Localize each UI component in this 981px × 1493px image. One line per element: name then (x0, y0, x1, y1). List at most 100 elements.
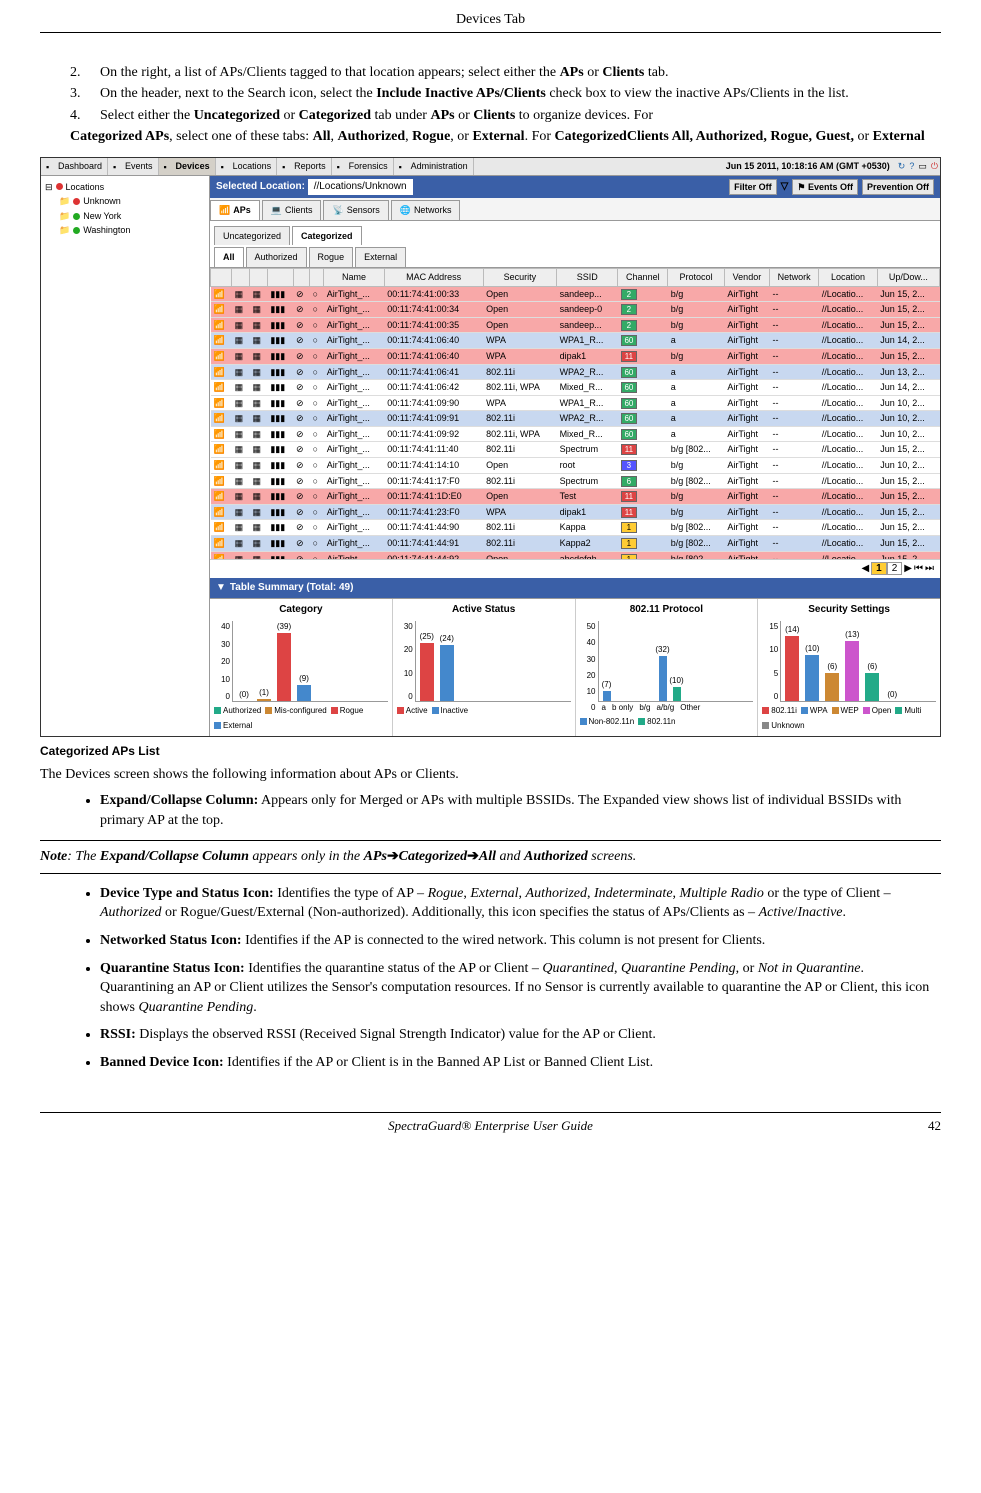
table-row[interactable]: 📶 ▦ ▦ ▮▮▮ ⊘ ○AirTight_...00:11:74:41:44:… (211, 520, 940, 536)
quar-icon: ▦ (253, 398, 262, 408)
pager-first-icon[interactable]: ⏮ (914, 562, 923, 576)
cat-tab-uncategorized[interactable]: Uncategorized (214, 226, 290, 246)
folder-icon: 📁 (59, 210, 70, 223)
app-screenshot: ▪Dashboard▪Events▪Devices▪Locations▪Repo… (40, 157, 941, 737)
quar-icon: ▦ (253, 429, 262, 439)
filter-toggle[interactable]: Filter Off (729, 179, 777, 196)
table-row[interactable]: 📶 ▦ ▦ ▮▮▮ ⊘ ○AirTight_...00:11:74:41:11:… (211, 442, 940, 458)
funnel-icon[interactable]: ▽ (781, 180, 789, 194)
sub-tab-rogue[interactable]: Rogue (309, 247, 354, 267)
chart-legend: Non-802.11n802.11n (580, 713, 754, 727)
table-row[interactable]: 📶 ▦ ▦ ▮▮▮ ⊘ ○AirTight_...00:11:74:41:23:… (211, 504, 940, 520)
column-header[interactable] (310, 268, 324, 286)
dot-icon: ○ (313, 460, 318, 470)
folder-icon: 📁 (59, 224, 70, 237)
table-row[interactable]: 📶 ▦ ▦ ▮▮▮ ⊘ ○AirTight_...00:11:74:41:00:… (211, 302, 940, 318)
table-row[interactable]: 📶 ▦ ▦ ▮▮▮ ⊘ ○AirTight_...00:11:74:41:06:… (211, 380, 940, 396)
table-row[interactable]: 📶 ▦ ▦ ▮▮▮ ⊘ ○AirTight_...00:11:74:41:09:… (211, 426, 940, 442)
column-header[interactable]: Vendor (724, 268, 769, 286)
chart-legend: AuthorizedMis-configuredRogueExternal (214, 702, 388, 731)
table-row[interactable]: 📶 ▦ ▦ ▮▮▮ ⊘ ○AirTight_...00:11:74:41:1D:… (211, 489, 940, 505)
table-row[interactable]: 📶 ▦ ▦ ▮▮▮ ⊘ ○AirTight_...00:11:74:41:06:… (211, 364, 940, 380)
dot-icon: ○ (313, 444, 318, 454)
top-tab-reports[interactable]: ▪Reports (277, 158, 332, 175)
pager-next[interactable]: ▶ (904, 562, 912, 576)
table-row[interactable]: 📶 ▦ ▦ ▮▮▮ ⊘ ○AirTight_...00:11:74:41:06:… (211, 333, 940, 349)
column-header[interactable]: Location (819, 268, 877, 286)
sub-tab-external[interactable]: External (355, 247, 406, 267)
column-header[interactable]: Security (483, 268, 556, 286)
device-tab-clients[interactable]: 💻Clients (262, 200, 322, 220)
table-row[interactable]: 📶 ▦ ▦ ▮▮▮ ⊘ ○AirTight_...00:11:74:41:00:… (211, 286, 940, 302)
table-row[interactable]: 📶 ▦ ▦ ▮▮▮ ⊘ ○AirTight_...00:11:74:41:14:… (211, 458, 940, 474)
help-icon[interactable]: ? (907, 160, 916, 173)
device-tab-networks[interactable]: 🌐Networks (391, 200, 461, 220)
column-header[interactable] (267, 268, 293, 286)
page-1[interactable]: 1 (871, 562, 887, 575)
timestamp: Jun 15 2011, 10:18:16 AM (GMT +0530) (720, 158, 896, 175)
net-icon: ▦ (235, 460, 244, 470)
top-tab-administration[interactable]: ▪Administration (394, 158, 474, 175)
column-header[interactable]: Network (770, 268, 819, 286)
wifi-icon: 📶 (214, 367, 225, 377)
wifi-icon: 📶 (214, 320, 225, 330)
top-tab-locations[interactable]: ▪Locations (216, 158, 278, 175)
rssi-icon: ▮▮▮ (270, 351, 285, 361)
table-row[interactable]: 📶 ▦ ▦ ▮▮▮ ⊘ ○AirTight_...00:11:74:41:44:… (211, 536, 940, 552)
dot-icon: ○ (313, 382, 318, 392)
prevention-toggle[interactable]: Prevention Off (862, 179, 934, 196)
column-header[interactable] (250, 268, 268, 286)
device-tab-aps[interactable]: 📶APs (210, 200, 260, 220)
devices-table: NameMAC AddressSecuritySSIDChannelProtoc… (210, 268, 940, 559)
quar-icon: ▦ (253, 304, 262, 314)
refresh-icon[interactable]: ↻ (896, 160, 908, 173)
top-tab-devices[interactable]: ▪Devices (159, 158, 216, 175)
column-header[interactable] (211, 268, 232, 286)
column-header[interactable] (232, 268, 250, 286)
dot-icon: ○ (313, 413, 318, 423)
ban-icon: ⊘ (296, 413, 304, 423)
table-row[interactable]: 📶 ▦ ▦ ▮▮▮ ⊘ ○AirTight_...00:11:74:41:17:… (211, 473, 940, 489)
instruction-4-continuation: Categorized APs, select one of these tab… (70, 127, 941, 147)
net-icon: ▦ (235, 413, 244, 423)
table-row[interactable]: 📶 ▦ ▦ ▮▮▮ ⊘ ○AirTight_...00:11:74:41:06:… (211, 348, 940, 364)
pager-last-icon[interactable]: ⏭ (925, 562, 934, 576)
top-tab-dashboard[interactable]: ▪Dashboard (41, 158, 108, 175)
column-header[interactable]: Up/Dow... (877, 268, 939, 286)
rssi-icon: ▮▮▮ (270, 491, 285, 501)
ban-icon: ⊘ (296, 382, 304, 392)
events-toggle[interactable]: ⚑ Events Off (792, 179, 858, 196)
column-header[interactable]: Name (324, 268, 385, 286)
tree-item[interactable]: 📁Unknown (59, 194, 205, 209)
column-header[interactable]: Protocol (668, 268, 725, 286)
table-row[interactable]: 📶 ▦ ▦ ▮▮▮ ⊘ ○AirTight_...00:11:74:41:09:… (211, 411, 940, 427)
device-tab-sensors[interactable]: 📡Sensors (323, 200, 388, 220)
table-row[interactable]: 📶 ▦ ▦ ▮▮▮ ⊘ ○AirTight_...00:11:74:41:00:… (211, 317, 940, 333)
sub-tab-authorized[interactable]: Authorized (246, 247, 307, 267)
logout-icon[interactable]: ⏻ (929, 160, 940, 173)
column-header[interactable] (293, 268, 310, 286)
table-row[interactable]: 📶 ▦ ▦ ▮▮▮ ⊘ ○AirTight_...00:11:74:41:09:… (211, 395, 940, 411)
dot-icon: ○ (313, 507, 318, 517)
tree-item[interactable]: 📁New York (59, 209, 205, 224)
tree-root[interactable]: ⊟ Locations (45, 180, 205, 195)
sub-tab-all[interactable]: All (214, 247, 244, 267)
table-row[interactable]: 📶 ▦ ▦ ▮▮▮ ⊘ ○AirTight_...00:11:74:41:44:… (211, 551, 940, 559)
column-header[interactable]: SSID (557, 268, 618, 286)
column-header[interactable]: Channel (618, 268, 668, 286)
column-header[interactable]: MAC Address (384, 268, 483, 286)
top-tab-forensics[interactable]: ▪Forensics (332, 158, 394, 175)
rssi-icon: ▮▮▮ (270, 382, 285, 392)
top-tab-events[interactable]: ▪Events (108, 158, 159, 175)
wifi-icon: 📶 (214, 538, 225, 548)
dot-icon: ○ (313, 320, 318, 330)
dot-icon: ○ (313, 522, 318, 532)
subcategory-tabs: AllAuthorizedRogueExternal (210, 245, 940, 268)
pager-prev[interactable]: ◀ (861, 562, 869, 576)
page-footer: SpectraGuard® Enterprise User Guide 42 (40, 1112, 941, 1135)
page-2[interactable]: 2 (887, 562, 903, 575)
tree-item[interactable]: 📁Washington (59, 223, 205, 238)
window-icon[interactable]: ▭ (916, 160, 929, 173)
location-tree: ⊟ Locations 📁Unknown📁New York📁Washington (41, 176, 210, 736)
cat-tab-categorized[interactable]: Categorized (292, 226, 362, 246)
